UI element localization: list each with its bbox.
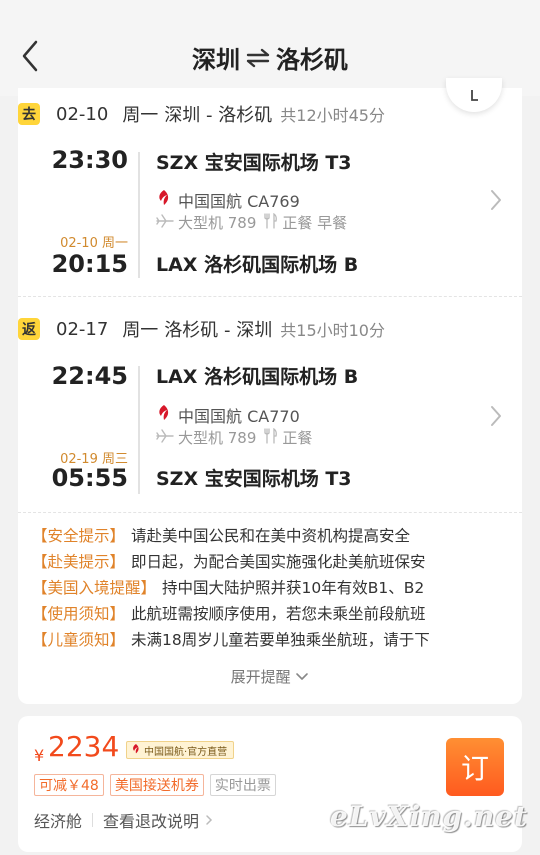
inbound-meal: 正餐	[282, 429, 313, 447]
expand-notices-button[interactable]: 展开提醒	[18, 666, 522, 687]
cabin-class: 经济舱	[34, 812, 83, 831]
chevron-down-icon	[295, 668, 309, 686]
swap-arrows-icon	[244, 47, 272, 75]
air-china-logo-icon	[156, 189, 172, 211]
air-china-logo-icon	[131, 743, 141, 758]
outbound-flight-number: 中国国航 CA769	[178, 192, 300, 211]
price-amount: 2234	[48, 730, 120, 763]
notice-divider	[18, 512, 522, 513]
notice-text: 未满18周岁儿童若要单独乘坐航班，请于下	[131, 631, 430, 649]
destination-city: 洛杉矶	[276, 46, 348, 74]
inbound-date: 02-17	[56, 318, 109, 340]
notice-list: 【安全提示】 请赴美中国公民和在美中资机构提高安全 【赴美提示】 即日起，为配合美国…	[32, 524, 512, 654]
outbound-meal: 正餐 早餐	[282, 214, 348, 232]
instant-ticket-tag: 实时出票	[209, 774, 276, 796]
notice-title: 【使用须知】	[32, 605, 126, 623]
outbound-header: 去 02-10 周一 深圳 - 洛杉矶 共12小时45分	[18, 99, 385, 129]
separator	[92, 813, 94, 827]
inbound-chevron-right-icon[interactable]	[488, 404, 504, 428]
inbound-arrive-time: 05:55	[51, 464, 128, 492]
outbound-route: 深圳 - 洛杉矶	[164, 105, 273, 126]
notice-text: 此航班需按顺序使用，若您未乘坐前段航班	[131, 605, 426, 623]
plane-icon	[156, 213, 174, 232]
inbound-duration: 共15小时10分	[280, 321, 385, 340]
refund-policy-link[interactable]: 查看退改说明	[103, 808, 199, 832]
notice-item[interactable]: 【美国入境提醒】 持中国大陆护照并获10年有效B1、B2	[32, 576, 512, 602]
inbound-depart-airport: LAX 洛杉矶国际机场 B	[156, 366, 359, 388]
discount-tag: 可减￥48	[34, 774, 104, 796]
inbound-timeline	[138, 366, 140, 494]
fork-knife-icon	[264, 212, 278, 233]
transfer-coupon-tag: 美国接送机券	[109, 774, 204, 796]
outbound-arrive-time: 20:15	[51, 250, 128, 278]
notice-title: 【赴美提示】	[32, 553, 126, 571]
inbound-info: 大型机 789 正餐	[156, 427, 312, 448]
fork-knife-icon	[264, 427, 278, 448]
book-button[interactable]: 订	[446, 738, 504, 796]
inbound-route: 洛杉矶 - 深圳	[164, 320, 273, 341]
outbound-aircraft: 大型机 789	[178, 214, 257, 232]
price-tags: 可减￥48 美国接送机券 实时出票	[34, 774, 282, 796]
expand-label: 展开提醒	[230, 668, 291, 686]
inbound-flight-number: 中国国航 CA770	[178, 407, 300, 426]
notice-item[interactable]: 【儿童须知】 未满18周岁儿童若要单独乘坐航班，请于下	[32, 628, 512, 654]
origin-city: 深圳	[192, 46, 240, 74]
currency-symbol: ¥	[34, 746, 45, 765]
airline-official-badge: 中国国航·官方直营	[126, 741, 235, 759]
notice-text: 即日起，为配合美国实施强化赴美航班保安	[131, 553, 426, 571]
page-title: 深圳 洛杉矶	[0, 40, 540, 75]
outbound-weekday: 周一	[122, 105, 159, 126]
inbound-arrive-airport: SZX 宝安国际机场 T3	[156, 468, 352, 490]
notice-title: 【安全提示】	[32, 527, 126, 545]
flight-details-card: 去 02-10 周一 深圳 - 洛杉矶 共12小时45分 23:30 SZX 宝…	[18, 88, 522, 704]
inbound-weekday: 周一	[122, 320, 159, 341]
outbound-timeline	[138, 152, 140, 278]
outbound-depart-airport: SZX 宝安国际机场 T3	[156, 152, 352, 174]
plane-icon	[156, 428, 174, 447]
outbound-depart-time: 23:30	[51, 146, 128, 174]
outbound-arrive-airport: LAX 洛杉矶国际机场 B	[156, 254, 359, 276]
airline-badge-text: 中国国航·官方直营	[144, 746, 228, 758]
notice-text: 请赴美中国公民和在美中资机构提高安全	[131, 527, 411, 545]
notice-text: 持中国大陆护照并获10年有效B1、B2	[162, 579, 425, 597]
outbound-arrive-date: 02-10 周一	[60, 236, 128, 251]
notice-title: 【美国入境提醒】	[32, 579, 157, 597]
notice-item[interactable]: 【使用须知】 此航班需按顺序使用，若您未乘坐前段航班	[32, 602, 512, 628]
inbound-header: 返 02-17 周一 洛杉矶 - 深圳 共15小时10分	[18, 314, 385, 344]
outbound-tag: 去	[18, 103, 40, 125]
inbound-depart-time: 22:45	[51, 362, 128, 390]
inbound-airline[interactable]: 中国国航 CA770	[156, 403, 300, 427]
notice-title: 【儿童须知】	[32, 631, 126, 649]
outbound-duration: 共12小时45分	[280, 106, 385, 125]
chevron-right-icon	[205, 811, 213, 830]
outbound-chevron-right-icon[interactable]	[488, 188, 504, 212]
inbound-tag: 返	[18, 318, 40, 340]
inbound-aircraft: 大型机 789	[178, 429, 257, 447]
watermark: eLvXing.net	[330, 800, 528, 833]
corner-share-tab[interactable]	[446, 78, 502, 112]
outbound-info: 大型机 789 正餐 早餐	[156, 212, 347, 233]
notice-item[interactable]: 【安全提示】 请赴美中国公民和在美中资机构提高安全	[32, 524, 512, 550]
outbound-airline[interactable]: 中国国航 CA769	[156, 188, 300, 212]
segment-divider	[18, 296, 522, 297]
notice-item[interactable]: 【赴美提示】 即日起，为配合美国实施强化赴美航班保安	[32, 550, 512, 576]
outbound-date: 02-10	[56, 103, 109, 125]
fare-info-row: 经济舱 查看退改说明	[34, 808, 213, 832]
air-china-logo-icon	[156, 404, 172, 426]
